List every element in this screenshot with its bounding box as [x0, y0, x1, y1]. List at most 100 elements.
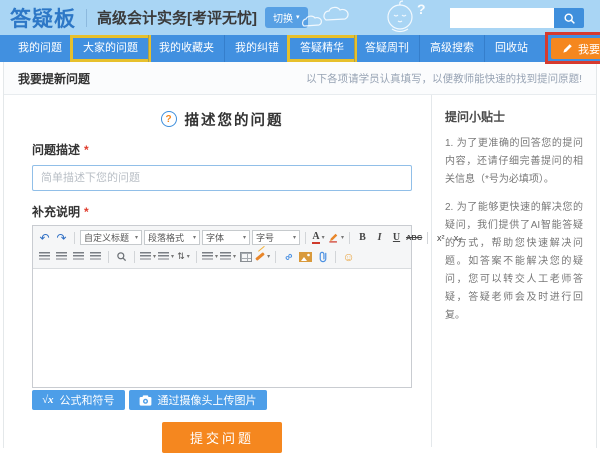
align-center-button[interactable] [54, 249, 69, 265]
tip-item-2: 2. 为了能够更快速的解决您的疑问，我们提供了AI智能答疑的方式，帮助您快速解决… [445, 199, 583, 325]
search-replace-button[interactable] [114, 249, 129, 265]
page-content: 我要提新问题 以下各项请学员认真填写，以便教师能快速的找到提问原题! ? 描述您… [3, 62, 597, 448]
question-circle-icon: ? [161, 111, 177, 127]
formula-symbols-label: 公式和符号 [60, 392, 115, 408]
caret-down-icon: ▾ [243, 234, 246, 241]
line-height-icon: ⇅ [177, 251, 185, 262]
nav-qa-weekly[interactable]: 答疑周刊 [354, 35, 419, 62]
align-right-button[interactable] [71, 249, 86, 265]
font-size-select[interactable]: 字号 ▾ [252, 230, 300, 245]
indent-decrease-button[interactable]: ▾ [140, 249, 156, 265]
caret-down-icon: ▾ [233, 253, 236, 260]
pencil-icon [562, 43, 573, 54]
ordered-list-icon [202, 252, 213, 261]
highlighter-icon [328, 232, 339, 243]
font-size-label: 字号 [256, 231, 274, 244]
qa-board-page: { "header": { "logo": "答疑板", "course_tit… [0, 0, 600, 448]
underline-button[interactable]: U [389, 230, 404, 246]
font-family-label: 字体 [206, 231, 224, 244]
rich-text-editor: ↶ ↷ 自定义标题 ▾ 段落格式 ▾ [32, 225, 412, 388]
form-heading-text: 描述您的问题 [185, 109, 284, 130]
logo-divider [86, 9, 87, 27]
heading-style-select[interactable]: 自定义标题 ▾ [80, 230, 142, 245]
highlight-color-button[interactable]: ▾ [328, 230, 344, 246]
attachment-button[interactable] [315, 249, 330, 265]
nav-my-corrections[interactable]: 我的纠错 [224, 35, 289, 62]
detail-editor-area[interactable] [33, 269, 411, 387]
image-icon [299, 252, 312, 262]
nav-advanced-search[interactable]: 高级搜索 [419, 35, 484, 62]
nav-recycle-bin[interactable]: 回收站 [484, 35, 538, 62]
detail-label-text: 补充说明 [32, 205, 80, 219]
ordered-list-button[interactable]: ▾ [202, 249, 218, 265]
caret-down-icon: ▾ [296, 14, 300, 21]
table-icon [240, 252, 252, 262]
toolbar-divider [275, 251, 276, 263]
ask-question-button[interactable]: 我要提问 [551, 38, 600, 59]
strikethrough-button[interactable]: ABC [406, 230, 422, 246]
required-asterisk: * [84, 205, 89, 219]
page-title: 我要提新问题 [18, 70, 90, 87]
header-search [450, 8, 584, 28]
paperclip-icon [317, 251, 329, 263]
tip-item-1: 1. 为了更准确的回答您的提问内容，还请仔细完善提问的相关信息（*号为必填项）。 [445, 135, 583, 189]
italic-button[interactable]: I [372, 230, 387, 246]
subheader: 我要提新问题 以下各项请学员认真填写，以便教师能快速的找到提问原题! [4, 62, 596, 95]
format-brush-button[interactable]: ▾ [255, 249, 270, 265]
align-right-icon [73, 252, 84, 261]
main-nav: 我的问题 大家的问题 我的收藏夹 我的纠错 答疑精华 答疑周刊 高级搜索 回收站… [0, 35, 600, 62]
course-title: 高级会计实务[考评无忧] [97, 7, 257, 28]
align-justify-icon [90, 252, 101, 261]
font-color-button[interactable]: A ▾ [311, 230, 326, 246]
sqrt-icon: √x [42, 394, 54, 406]
question-desc-label-text: 问题描述 [32, 143, 80, 157]
caret-down-icon: ▾ [193, 234, 196, 241]
indent-icon [158, 252, 169, 261]
table-button[interactable] [238, 249, 253, 265]
font-family-select[interactable]: 字体 ▾ [202, 230, 250, 245]
camera-upload-label: 通过摄像头上传图片 [158, 392, 257, 408]
nav-qa-highlights-label: 答疑精华 [300, 42, 344, 54]
switch-label: 切换 [273, 10, 293, 25]
search-input[interactable] [450, 8, 554, 28]
link-button[interactable]: ∞ [281, 249, 296, 265]
question-desc-input[interactable] [32, 165, 412, 191]
search-icon [563, 12, 576, 25]
caret-down-icon: ▾ [267, 253, 270, 260]
question-form: ? 描述您的问题 问题描述 * 补充说明 * ↶ ↷ [4, 95, 432, 447]
nav-everyones-questions[interactable]: 大家的问题 [72, 35, 148, 62]
line-height-button[interactable]: ⇅▾ [176, 249, 191, 265]
indent-icon [140, 252, 151, 261]
image-button[interactable] [298, 249, 313, 265]
camera-upload-button[interactable]: 通过摄像头上传图片 [129, 390, 267, 410]
bold-button[interactable]: B [355, 230, 370, 246]
indent-increase-button[interactable]: ▾ [158, 249, 174, 265]
formula-symbols-button[interactable]: √x 公式和符号 [32, 390, 125, 410]
form-heading: ? 描述您的问题 [32, 109, 412, 129]
camera-icon [139, 395, 152, 406]
fill-in-notice: 以下各项请学员认真填写，以便教师能快速的找到提问原题! [306, 71, 582, 86]
unordered-list-button[interactable]: ▾ [220, 249, 236, 265]
nav-qa-highlights[interactable]: 答疑精华 [289, 35, 354, 62]
nav-my-questions[interactable]: 我的问题 [8, 35, 72, 62]
toolbar-divider [108, 251, 109, 263]
nav-my-favorites[interactable]: 我的收藏夹 [148, 35, 224, 62]
question-desc-label: 问题描述 * [32, 141, 412, 158]
toolbar-divider [196, 251, 197, 263]
paragraph-format-select[interactable]: 段落格式 ▾ [144, 230, 200, 245]
mascot-clouds-decoration: ? [300, 0, 450, 35]
required-asterisk: * [84, 143, 89, 157]
caret-down-icon: ▾ [187, 253, 190, 260]
caret-down-icon: ▾ [341, 234, 344, 241]
align-justify-button[interactable] [88, 249, 103, 265]
search-button[interactable] [554, 8, 584, 28]
heading-style-label: 自定义标题 [84, 231, 129, 244]
redo-button[interactable]: ↷ [54, 230, 69, 246]
toolbar-divider [305, 232, 306, 244]
submit-question-button[interactable]: 提交问题 [162, 422, 282, 453]
caret-down-icon: ▾ [153, 253, 156, 260]
font-color-glyph: A [312, 232, 319, 244]
undo-button[interactable]: ↶ [37, 230, 52, 246]
emoji-button[interactable]: ☺ [341, 249, 356, 265]
align-left-button[interactable] [37, 249, 52, 265]
